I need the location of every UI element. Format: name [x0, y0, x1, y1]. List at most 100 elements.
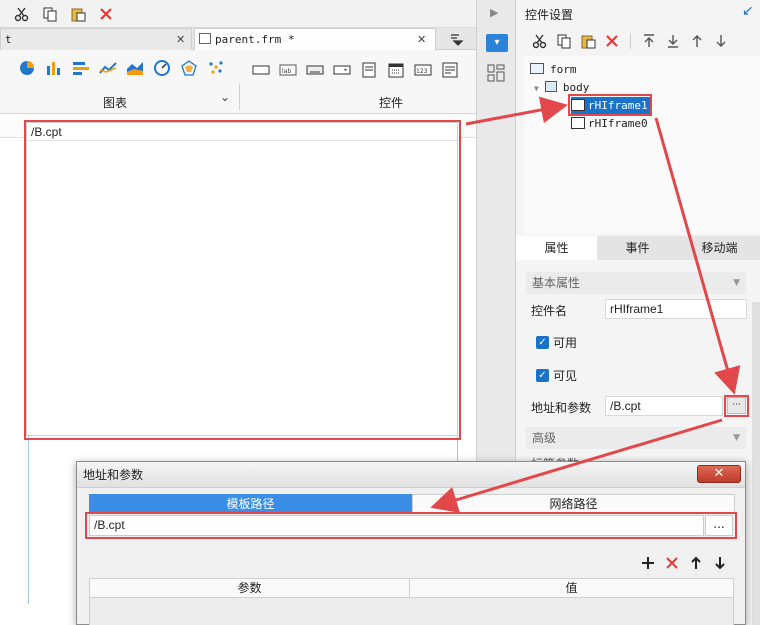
panel-toolbar	[532, 31, 742, 51]
tab-label: parent.frm *	[215, 33, 295, 46]
close-icon[interactable]: ✕	[697, 465, 741, 483]
move-down-icon[interactable]	[713, 556, 727, 570]
line-chart-icon[interactable]	[99, 60, 117, 76]
tab-label: t	[5, 33, 12, 46]
param-toolbar	[641, 554, 737, 572]
visible-label: 可见	[553, 369, 578, 383]
textarea-icon[interactable]	[441, 62, 459, 78]
copy-icon[interactable]	[40, 4, 60, 24]
close-icon[interactable]: ✕	[417, 29, 426, 50]
number-icon[interactable]: 123	[414, 62, 432, 78]
svg-text:lab: lab	[282, 68, 291, 75]
tab-mobile[interactable]: 移动端	[679, 236, 760, 260]
delete-icon[interactable]	[96, 4, 116, 24]
move-top-icon[interactable]	[641, 33, 657, 49]
copy-icon[interactable]	[556, 33, 572, 49]
ribbon-divider	[239, 84, 240, 110]
iframe-path-text: /B.cpt	[27, 123, 457, 141]
chart-group-label: 图表	[103, 96, 128, 110]
tree-item-form[interactable]: form	[530, 61, 577, 79]
chevron-down-icon[interactable]: ⌄	[220, 90, 230, 104]
delete-icon[interactable]	[665, 556, 679, 570]
document-tabs: t ✕ parent.frm * ✕	[0, 28, 476, 50]
chevron-down-icon: ▼	[733, 278, 740, 288]
insert-ribbon: lab 123 图表 ⌄ 控件	[0, 50, 476, 114]
property-scrollbar[interactable]	[752, 302, 760, 625]
name-label: 控件名	[531, 304, 568, 318]
checkbox-checked-icon[interactable]: ✓	[536, 336, 549, 349]
enabled-checkbox-row[interactable]: ✓ 可用	[536, 334, 577, 351]
visible-checkbox-row[interactable]: ✓ 可见	[536, 367, 577, 384]
tree-item-body[interactable]: ▼ body	[534, 79, 589, 97]
tree-item-label: form	[550, 63, 577, 76]
tab-template-path[interactable]: 模板路径	[89, 494, 412, 514]
scatter-chart-icon[interactable]	[207, 60, 225, 76]
combo-icon[interactable]	[333, 62, 351, 78]
form-file-icon	[199, 33, 211, 44]
iframe-widget[interactable]: /B.cpt	[26, 122, 458, 436]
name-field[interactable]: rHIframe1	[605, 299, 747, 319]
tab-network-path[interactable]: 网络路径	[412, 494, 735, 514]
expand-arrow-icon[interactable]: ▼	[534, 84, 539, 93]
tab-previous[interactable]: t ✕	[0, 28, 192, 50]
collapse-arrow-icon[interactable]: ↙	[742, 3, 754, 19]
column-param[interactable]: 参数	[90, 579, 410, 597]
scissors-icon[interactable]	[12, 4, 32, 24]
tree-item-rhiframe1[interactable]: rHIframe1	[571, 97, 651, 115]
chart-gallery	[18, 60, 243, 82]
chevron-down-icon: ▼	[733, 433, 740, 443]
delete-icon[interactable]	[604, 33, 620, 49]
section-advanced[interactable]: 高级 ▼	[526, 427, 746, 449]
bar-chart-icon[interactable]	[72, 60, 90, 76]
tree-item-label: body	[562, 81, 590, 94]
dialog-title: 地址和参数	[83, 468, 144, 482]
add-icon[interactable]	[641, 556, 655, 570]
widget-gallery: lab 123	[252, 62, 464, 80]
paste-icon[interactable]	[68, 4, 88, 24]
param-table-body[interactable]	[89, 598, 734, 625]
move-down-icon[interactable]	[713, 33, 729, 49]
widget-group-label: 控件	[379, 96, 404, 110]
close-icon[interactable]: ✕	[176, 29, 185, 50]
column-chart-icon[interactable]	[45, 60, 63, 76]
url-params-dialog: 地址和参数 ✕ 模板路径 网络路径 /B.cpt ... 参数 值	[76, 461, 746, 625]
pie-chart-icon[interactable]	[18, 60, 36, 76]
gauge-chart-icon[interactable]	[153, 60, 171, 76]
enabled-label: 可用	[553, 336, 578, 350]
radar-chart-icon[interactable]	[180, 60, 198, 76]
arrow-right-icon[interactable]: ▶	[490, 6, 498, 19]
listbox-icon[interactable]	[360, 62, 378, 78]
checkbox-checked-icon[interactable]: ✓	[536, 369, 549, 382]
button-icon[interactable]	[306, 62, 324, 78]
tab-properties[interactable]: 属性	[516, 236, 597, 260]
svg-text:123: 123	[416, 68, 428, 75]
area-chart-icon[interactable]	[126, 60, 144, 76]
url-label: 地址和参数	[531, 401, 592, 415]
scissors-icon[interactable]	[532, 33, 548, 49]
body-icon	[544, 81, 557, 92]
move-bottom-icon[interactable]	[665, 33, 681, 49]
label-icon[interactable]: lab	[279, 62, 297, 78]
section-basic[interactable]: 基本属性 ▼	[526, 272, 746, 294]
tab-menu-icon[interactable]	[448, 31, 468, 47]
textbox-icon[interactable]	[252, 62, 270, 78]
tree-item-label: rHIframe1	[588, 99, 648, 112]
iframe-icon	[571, 99, 585, 111]
column-value[interactable]: 值	[410, 579, 733, 597]
date-icon[interactable]	[387, 62, 405, 78]
tab-events[interactable]: 事件	[597, 236, 678, 260]
tree-item-rhiframe0[interactable]: rHIframe0	[571, 115, 648, 133]
paste-icon[interactable]	[580, 33, 596, 49]
move-up-icon[interactable]	[689, 556, 703, 570]
dialog-titlebar: 地址和参数	[77, 462, 745, 488]
move-up-icon[interactable]	[689, 33, 705, 49]
template-path-field[interactable]: /B.cpt	[89, 515, 704, 536]
form-icon	[530, 63, 544, 74]
layout-panel-icon[interactable]	[487, 64, 505, 85]
tree-item-label: rHIframe0	[588, 117, 648, 130]
tab-parent-frm[interactable]: parent.frm * ✕	[194, 28, 436, 50]
widget-panel-icon[interactable]: ▾	[486, 34, 508, 52]
url-edit-button[interactable]: ···	[727, 397, 746, 414]
browse-button[interactable]: ...	[705, 515, 733, 536]
url-field[interactable]: /B.cpt	[605, 396, 723, 416]
